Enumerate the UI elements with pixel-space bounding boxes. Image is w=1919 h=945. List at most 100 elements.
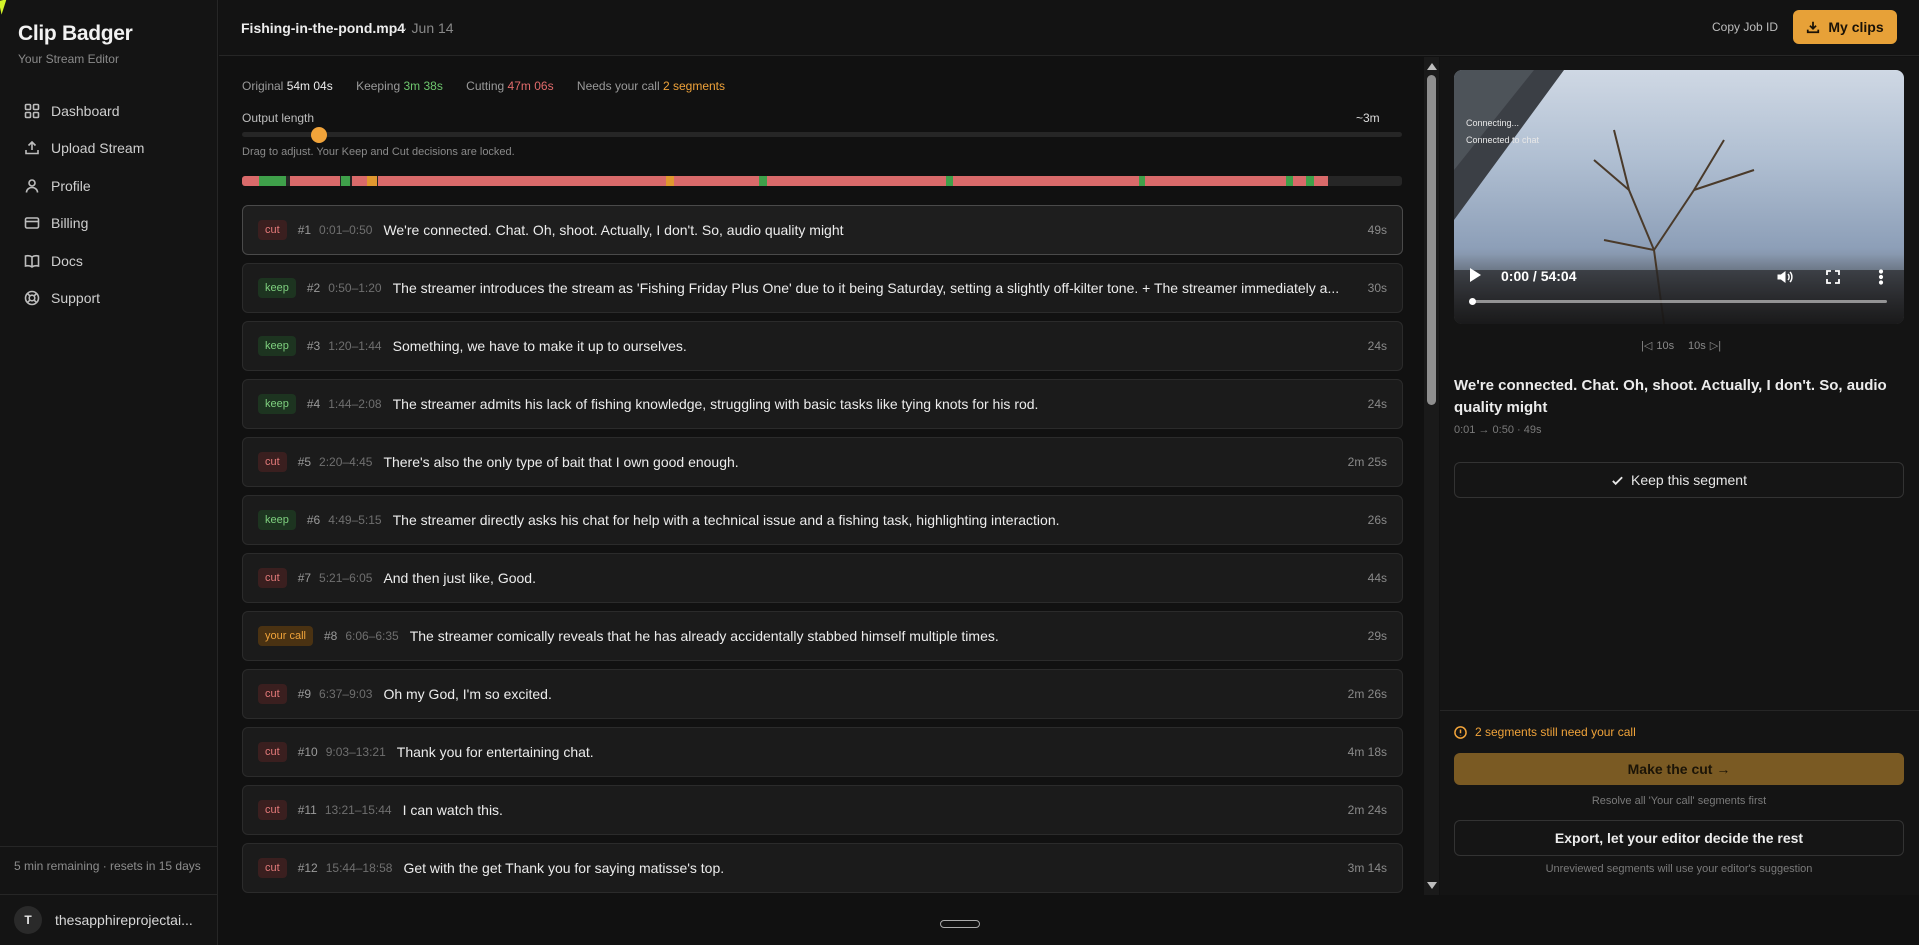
app-root: Clip Badger Your Stream Editor Dashboard… [0, 0, 1919, 945]
scroll-thumb[interactable] [1427, 75, 1436, 405]
timeline-segment-cut[interactable] [516, 176, 566, 186]
sidebar-item-label: Docs [51, 252, 83, 269]
keep-segment-label: Keep this segment [1631, 472, 1747, 488]
segment-decision-badge[interactable]: keep [258, 510, 296, 530]
video-overlay-line-1: Connecting... [1466, 118, 1520, 128]
timeline-segment-cut[interactable] [1145, 176, 1286, 186]
timeline-segment-keep[interactable] [269, 176, 278, 186]
timeline-segment-cut[interactable] [1313, 176, 1329, 186]
timeline-segment-keep[interactable] [1285, 176, 1294, 186]
segment-timeline[interactable] [242, 176, 1402, 186]
segment-decision-badge[interactable]: cut [258, 742, 287, 762]
segment-decision-badge[interactable]: keep [258, 394, 296, 414]
segment-decision-badge[interactable]: keep [258, 278, 296, 298]
fullscreen-icon[interactable] [1824, 268, 1842, 286]
timeline-segment-cut[interactable] [631, 176, 667, 186]
segment-decision-badge[interactable]: cut [258, 568, 287, 588]
make-the-cut-button[interactable]: Make the cut → [1454, 753, 1904, 785]
scroll-up-arrow[interactable] [1427, 63, 1437, 70]
lifebuoy-icon [24, 290, 40, 306]
user-name: thesapphireprojectai... [55, 912, 193, 928]
timeline-segment-call[interactable] [666, 176, 674, 186]
output-length-slider-thumb[interactable] [310, 127, 327, 143]
sidebar-item-label: Support [51, 290, 101, 307]
sidebar-item-profile[interactable]: Profile [14, 167, 204, 205]
segment-row[interactable]: keep #3 1:20–1:44 Something, we have to mak… [242, 321, 1403, 371]
scroll-down-arrow[interactable] [1427, 882, 1437, 889]
output-length-label: Output length [242, 111, 315, 125]
video-controls: 0:00 / 54:04 [1454, 254, 1904, 324]
timeline-segment-cut[interactable] [767, 176, 947, 186]
segment-row[interactable]: keep #4 1:44–2:08 The streamer admits his l… [242, 379, 1403, 429]
timeline-segment-cut[interactable] [377, 176, 428, 186]
pending-warning: 2 segments still need your call [1454, 725, 1636, 739]
sidebar-item-label: Upload Stream [51, 140, 145, 157]
sidebar-item-upload-stream[interactable]: Upload Stream [14, 130, 204, 168]
timeline-segment-keep[interactable] [759, 176, 768, 186]
segment-row[interactable]: your call #8 6:06–6:35 The streamer comical… [242, 611, 1403, 661]
output-length-slider-track[interactable] [242, 132, 1402, 137]
brand: Clip Badger Your Stream Editor [18, 22, 133, 66]
timeline-segment-keep[interactable] [340, 176, 350, 186]
brand-title: Clip Badger [18, 22, 133, 45]
segment-decision-badge[interactable]: keep [258, 336, 296, 356]
segment-duration: 44s [1367, 571, 1387, 585]
segment-text: The streamer directly asks his chat for … [392, 512, 1060, 528]
segment-time-range: 4:49–5:15 [328, 513, 382, 527]
segment-decision-badge[interactable]: cut [258, 684, 287, 704]
skip-forward-button[interactable]: 10s ▷| [1688, 339, 1721, 353]
keep-segment-button[interactable]: Keep this segment [1454, 462, 1904, 498]
skip-back-button[interactable]: |◁ 10s [1641, 339, 1674, 353]
segment-row[interactable]: cut #5 2:20–4:45 There's also the only type… [242, 437, 1403, 487]
timeline-segment-keep[interactable] [946, 176, 954, 186]
timeline-segment-cut[interactable] [673, 176, 760, 186]
timeline-segment-call[interactable] [367, 176, 378, 186]
segment-decision-badge[interactable]: cut [258, 452, 287, 472]
segment-row[interactable]: cut #7 5:21–6:05 And then just like, Good. 4… [242, 553, 1403, 603]
segment-row[interactable]: keep #2 0:50–1:20 The streamer introduces t… [242, 263, 1403, 313]
video-progress-handle[interactable] [1469, 298, 1476, 305]
timeline-segment-cut[interactable] [1293, 176, 1307, 186]
timeline-segment-cut[interactable] [953, 176, 1139, 186]
segment-decision-badge[interactable]: cut [258, 220, 287, 240]
segment-text: The streamer admits his lack of fishing … [392, 396, 1039, 412]
stat-call-value: 2 segments [662, 79, 726, 93]
segment-list-scrollbar[interactable] [1424, 57, 1439, 895]
copy-job-id-button[interactable]: Copy Job ID [1712, 20, 1778, 34]
video-progress-bar[interactable] [1469, 298, 1887, 305]
segment-row[interactable]: cut #11 13:21–15:44 I can watch this. 2m 24s [242, 785, 1403, 835]
timeline-segment-keep[interactable] [277, 176, 286, 186]
export-button[interactable]: Export, let your editor decide the rest [1454, 820, 1904, 856]
video-player[interactable]: Connecting... Connected to chat 0:00 / 5… [1454, 70, 1904, 324]
sidebar-item-dashboard[interactable]: Dashboard [14, 92, 204, 130]
timeline-segment-cut[interactable] [242, 176, 260, 186]
my-clips-button[interactable]: My clips [1793, 10, 1897, 44]
segment-row[interactable]: cut #10 9:03–13:21 Thank you for entertaini… [242, 727, 1403, 777]
volume-icon[interactable] [1776, 268, 1794, 286]
skip-back-icon: |◁ [1641, 340, 1653, 352]
segment-row[interactable]: keep #6 4:49–5:15 The streamer directly ask… [242, 495, 1403, 545]
timeline-segment-keep[interactable] [1306, 176, 1314, 186]
timeline-segment-cut[interactable] [565, 176, 632, 186]
more-options-icon[interactable] [1872, 268, 1890, 286]
play-icon[interactable] [1470, 268, 1481, 282]
timeline-segment-cut[interactable] [289, 176, 340, 186]
segment-row[interactable]: cut #12 15:44–18:58 Get with the get Thank … [242, 843, 1403, 893]
segment-decision-badge[interactable]: your call [258, 626, 313, 646]
resize-handle[interactable] [940, 920, 980, 928]
sidebar-item-billing[interactable]: Billing [14, 205, 204, 243]
timeline-segment-cut[interactable] [351, 176, 367, 186]
segment-duration: 2m 26s [1347, 687, 1387, 701]
stat-cutting-value: 47m 06s [507, 79, 554, 93]
timeline-segment-cut[interactable] [427, 176, 517, 186]
user-menu[interactable]: T thesapphireprojectai... [0, 894, 218, 945]
sidebar-item-support[interactable]: Support [14, 280, 204, 318]
segment-decision-badge[interactable]: cut [258, 800, 287, 820]
sidebar-item-docs[interactable]: Docs [14, 242, 204, 280]
segment-row[interactable]: cut #9 6:37–9:03 Oh my God, I'm so excited.… [242, 669, 1403, 719]
segment-row[interactable]: cut #1 0:01–0:50 We're connected. Chat. Oh,… [242, 205, 1403, 255]
timeline-segment-keep[interactable] [259, 176, 270, 186]
timeline-segment-keep[interactable] [1138, 176, 1146, 186]
segment-time-range: 5:21–6:05 [319, 571, 373, 585]
segment-decision-badge[interactable]: cut [258, 858, 287, 878]
